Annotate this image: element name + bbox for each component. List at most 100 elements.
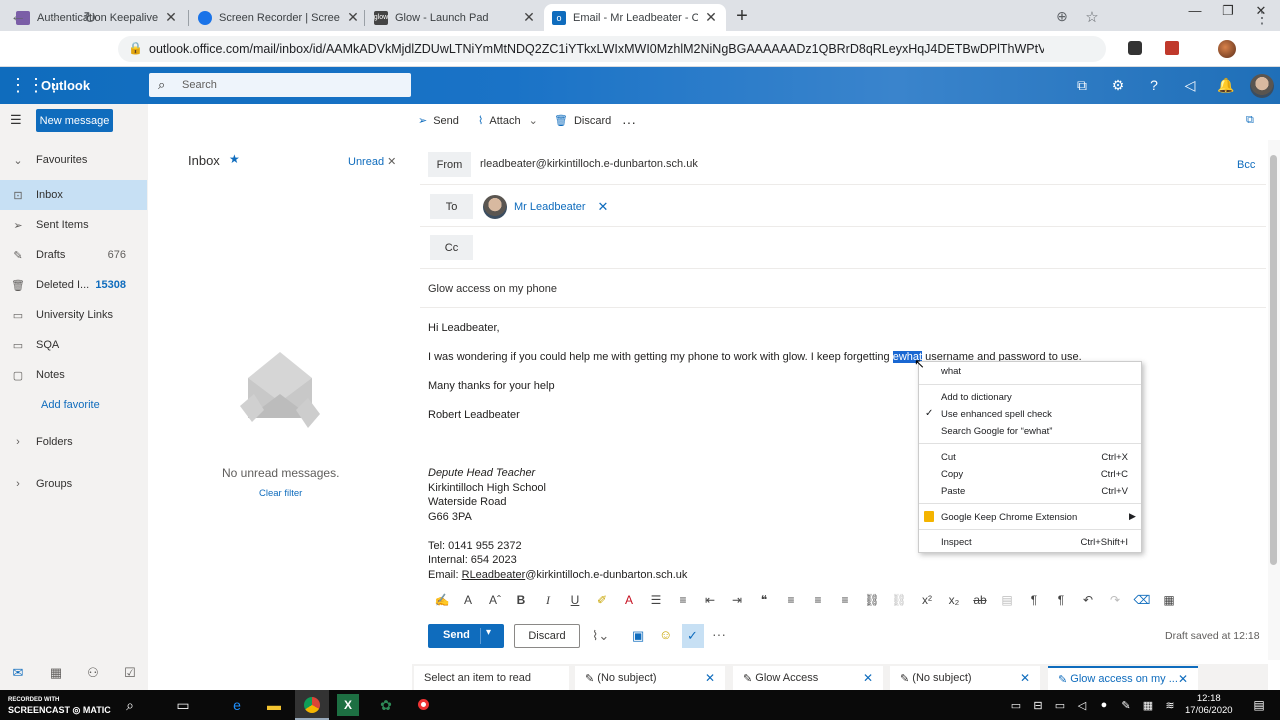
bottom-tab[interactable]: ✎ (No subject) ✕ [890,666,1040,690]
clear-filter-link[interactable]: Clear filter [259,488,302,499]
microphone-icon[interactable]: ● [1093,694,1115,716]
strikethrough-icon[interactable]: ab [971,593,989,607]
star-icon[interactable]: ★ [229,152,240,166]
chevron-down-icon[interactable]: ▾ [486,627,491,638]
skype-icon[interactable]: ⧉ [1072,77,1092,94]
unlink-icon[interactable]: ⛓ [890,593,908,607]
body-thanks[interactable]: Many thanks for your help [428,380,555,392]
close-tab-icon[interactable]: ✕ [164,9,178,26]
minimize-icon[interactable]: — [1180,3,1210,18]
browser-tab-active[interactable]: o Email - Mr Leadbeater - Outlo ✕ [544,4,726,31]
menu-item-paste[interactable]: Paste [941,486,965,497]
link-icon[interactable]: ⛓ [863,593,881,607]
todo-icon[interactable]: ☑ [120,665,140,681]
lock-icon[interactable]: 🔒 [128,41,143,55]
new-message-button[interactable]: New message [36,109,113,132]
menu-item-cut[interactable]: Cut [941,452,956,463]
subject-field[interactable]: Glow access on my phone [428,283,557,295]
attach-icon[interactable]: ⌇⌄ [592,628,609,644]
sidebar-item-university-links[interactable]: ▭ University Links [0,300,147,330]
align-right-icon[interactable]: ≡ [836,593,854,607]
new-tab-icon[interactable]: + [732,5,752,28]
quote-icon[interactable]: ❝ [755,593,773,607]
favourites-header[interactable]: ⌄ Favourites [0,145,147,175]
file-explorer-icon[interactable]: ▬ [263,694,285,716]
bell-icon[interactable]: 🔔 [1216,77,1236,94]
image-icon[interactable]: ▣ [632,628,644,644]
sidebar-item-notes[interactable]: ▢ Notes [0,360,147,390]
bullets-icon[interactable]: ☰ [647,593,665,607]
chrome-icon[interactable] [304,697,320,713]
forward-icon[interactable]: → [44,8,64,26]
bottom-tab[interactable]: ✎ (No subject) ✕ [575,666,725,690]
toolbar-attach-button[interactable]: ⌇ Attach ⌄ [478,114,538,128]
rtl-icon[interactable]: ¶ [1052,593,1070,607]
chrome-menu-icon[interactable]: ⋮ [1252,8,1272,28]
gear-icon[interactable]: ⚙ [1108,77,1128,94]
signature-postcode[interactable]: G66 3PA [428,511,472,523]
sidebar-item-drafts[interactable]: ✎ Drafts 676 [0,240,147,270]
menu-item-inspect[interactable]: Inspect [941,537,972,548]
redo-icon[interactable]: ↷ [1106,593,1124,607]
menu-item-suggestion[interactable]: what [941,366,961,377]
signature-tel[interactable]: Tel: 0141 955 2372 [428,540,522,552]
from-button[interactable]: From [428,152,471,177]
browser-tab[interactable]: Screen Recorder | Screencast-O ✕ [190,4,368,31]
bottom-tab-active[interactable]: ✎ Glow access on my ... ✕ [1048,666,1198,690]
add-circle-icon[interactable]: ⊕ [1052,8,1072,25]
discard-button[interactable]: Discard [514,624,580,648]
menu-item-search-google[interactable]: Search Google for “ewhat” [941,426,1052,437]
app-icon[interactable]: ✿ [375,694,397,716]
notifications-icon[interactable]: ▤ [1248,694,1270,716]
recipient-chip[interactable]: Mr Leadbeater ✕ [483,193,608,220]
record-icon[interactable] [418,699,429,710]
add-favorite-link[interactable]: Add favorite [0,390,147,420]
font-icon[interactable]: A [459,593,477,607]
popout-icon[interactable]: ⧉ [1246,114,1254,127]
signature-road[interactable]: Waterside Road [428,496,506,508]
subscript-icon[interactable]: x₂ [945,593,963,607]
excel-icon[interactable]: X [337,694,359,716]
close-tab-icon[interactable]: ✕ [1020,671,1030,685]
underline-icon[interactable]: U [566,593,584,607]
outlook-brand[interactable]: Outlook [41,78,90,93]
sidebar-item-inbox[interactable]: ⊡ Inbox [0,180,147,210]
undo-icon[interactable]: ↶ [1079,593,1097,607]
hamburger-icon[interactable]: ☰ [10,112,22,128]
groups-header[interactable]: › Groups [0,469,147,499]
increase-indent-icon[interactable]: ⇥ [728,593,746,607]
menu-item-enhanced-spell[interactable]: Use enhanced spell check [941,409,1052,420]
decrease-indent-icon[interactable]: ⇤ [701,593,719,607]
email-link[interactable]: RLeadbeater [462,569,526,581]
calendar-icon[interactable]: ▦ [46,665,66,681]
people-icon[interactable]: ⚇ [83,665,103,681]
feedback-icon[interactable]: ◁ [1180,77,1200,94]
more-options-icon[interactable]: ··· [622,114,636,130]
bottom-tab[interactable]: ✎ Glow Access ✕ [733,666,883,690]
font-color-icon[interactable]: A [620,593,638,607]
bottom-tab[interactable]: Select an item to read [414,666,569,690]
signature-internal[interactable]: Internal: 654 2023 [428,554,517,566]
account-avatar[interactable] [1250,74,1274,98]
align-left-icon[interactable]: ≡ [782,593,800,607]
ltr-icon[interactable]: ¶ [1025,593,1043,607]
table-disabled-icon[interactable]: ▤ [998,593,1016,607]
body-greeting[interactable]: Hi Leadbeater, [428,322,500,334]
superscript-icon[interactable]: x² [918,593,936,607]
toolbar-send-button[interactable]: ➢ Send [418,114,459,128]
tray-icon[interactable]: ▭ [1005,694,1027,716]
cc-button[interactable]: Cc [430,235,473,260]
taskbar-clock[interactable]: 12:18 17/06/2020 [1185,693,1233,717]
pen-icon[interactable]: ✎ [1115,694,1137,716]
scrollbar-thumb[interactable] [1270,155,1277,565]
edge-icon[interactable]: e [226,694,248,716]
maximize-icon[interactable]: ❐ [1213,3,1243,19]
help-icon[interactable]: ? [1144,77,1164,93]
close-tab-icon[interactable]: ✕ [346,9,360,26]
more-options-icon[interactable]: ··· [712,626,726,642]
unread-filter[interactable]: Unread ✕ [348,155,396,168]
reload-icon[interactable]: ↻ [80,8,100,28]
signature-title[interactable]: Depute Head Teacher [428,467,535,479]
remove-recipient-icon[interactable]: ✕ [598,199,609,215]
signature-email[interactable]: Email: RLeadbeater@kirkintilloch.e-dunba… [428,569,687,581]
